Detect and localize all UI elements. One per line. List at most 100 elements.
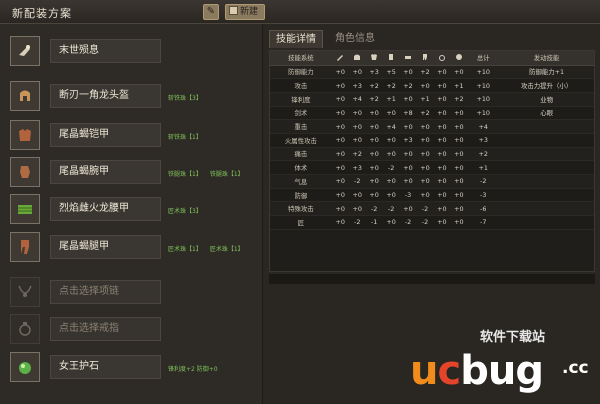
skill-total: +10 — [467, 78, 500, 93]
skill-value: +1 — [382, 92, 400, 107]
watermark-tagline: 软件下载站 — [480, 330, 546, 345]
new-plan-label: 新建 — [240, 7, 259, 17]
gem-label: 匠术珠【1】 — [168, 246, 202, 253]
slot-chest[interactable]: 尾晶蝎铠甲 斩铁珠【1】 — [10, 120, 260, 152]
skill-value: +0 — [433, 92, 451, 107]
slot-ring[interactable]: 点击选择戒指 — [10, 314, 260, 346]
skill-value: +0 — [348, 188, 366, 203]
skill-total: +4 — [467, 119, 500, 134]
slot-arms[interactable]: 尾晶蝎腕甲 铁腿珠【1】 铁腿珠【1】 — [10, 157, 260, 189]
table-row: 痛击 +0 +2 +0 +0 +0 +0 +0 +0 +2 — [270, 147, 594, 162]
slot-name: 点击选择项链 — [50, 280, 161, 304]
activated-skill — [499, 201, 594, 217]
skill-value: +0 — [331, 174, 349, 189]
skill-value: +0 — [331, 215, 349, 230]
gem-label: 斩铁珠【3】 — [168, 95, 202, 102]
activated-skill — [499, 188, 594, 203]
skill-total: +3 — [467, 133, 500, 148]
header-legs — [416, 51, 434, 66]
gem-label: 匠术珠【1】 — [209, 246, 244, 253]
table-row: 体术 +0 +3 +0 -2 +0 +0 +0 +0 +1 — [270, 160, 594, 175]
edit-button[interactable]: ✎ — [203, 4, 219, 20]
table-row: 重击 +0 +0 +0 +4 +0 +0 +0 +0 +4 — [270, 119, 594, 134]
skill-value: +0 — [365, 160, 383, 175]
slot-name: 尾晶蝎铠甲 — [50, 123, 161, 147]
skill-value: +0 — [399, 147, 417, 162]
slot-helm[interactable]: 断刃一角龙头盔 斩铁珠【3】 — [10, 81, 260, 113]
header-skill-system: 技能系统 — [270, 51, 332, 66]
skill-value: +0 — [365, 188, 383, 203]
skill-value: +0 — [450, 147, 468, 162]
slot-legs[interactable]: 尾晶蝎腿甲 匠术珠【1】 匠术珠【1】 — [10, 232, 260, 264]
slot-name: 烈焰雌火龙腰甲 — [50, 197, 161, 221]
activated-skill: 心眼 — [499, 106, 594, 121]
skill-value: +0 — [399, 160, 417, 175]
skill-value: -2 — [348, 215, 366, 230]
skill-value: +0 — [399, 92, 417, 107]
table-row: 防御能力 +0 +0 +3 +5 +0 +2 +0 +0 +10 防御能力+1 — [270, 65, 594, 80]
slot-weapon[interactable]: 末世殒息 — [10, 36, 260, 68]
table-row: 特殊攻击 +0 +0 -2 -2 +0 -2 +0 +0 -6 — [270, 201, 594, 217]
skill-value: +0 — [433, 215, 451, 230]
table-row: 匠 +0 -2 -1 +0 -2 -2 +0 +0 -7 — [270, 215, 594, 230]
skill-value: +0 — [433, 106, 451, 121]
skill-value: +0 — [416, 133, 434, 148]
skill-name: 体术 — [270, 160, 332, 175]
skill-value: +0 — [365, 119, 383, 134]
skill-value: +0 — [365, 174, 383, 189]
new-plan-button[interactable]: 新建 — [225, 4, 265, 20]
slot-waist[interactable]: 烈焰雌火龙腰甲 匠术珠【3】 — [10, 194, 260, 226]
table-row: 防御 +0 +0 +0 +0 -3 +0 +0 +0 -3 — [270, 188, 594, 203]
table-header-row: 技能系统 总计 发动技能 — [270, 51, 594, 66]
gem-label: 铁腿珠【1】 — [168, 171, 202, 178]
skill-value: -2 — [416, 201, 434, 217]
tab-skill-details[interactable]: 技能详情 — [269, 30, 323, 48]
skill-total: +2 — [467, 147, 500, 162]
skill-value: -2 — [382, 201, 400, 217]
slot-name: 断刃一角龙头盔 — [50, 84, 161, 108]
skill-value: -3 — [399, 188, 417, 203]
skill-name: 痛击 — [270, 147, 332, 162]
activated-skill — [499, 133, 594, 148]
skill-value: +0 — [382, 147, 400, 162]
tab-character-info[interactable]: 角色信息 — [327, 30, 383, 48]
skill-value: +0 — [433, 147, 451, 162]
skill-name: 匠 — [270, 215, 332, 230]
skill-value: +0 — [399, 174, 417, 189]
activated-skill: 防御能力+1 — [499, 65, 594, 80]
slot-charm[interactable]: 女王护石 锋利度+2 防御+0 — [10, 352, 260, 384]
skill-value: -1 — [365, 215, 383, 230]
skill-value: +0 — [331, 160, 349, 175]
skill-value: +0 — [450, 215, 468, 230]
skill-value: +4 — [348, 92, 366, 107]
slot-name: 女王护石 — [50, 355, 161, 379]
skill-value: +0 — [382, 188, 400, 203]
skill-value: +0 — [450, 106, 468, 121]
slot-necklace[interactable]: 点击选择项链 — [10, 277, 260, 309]
skill-value: +0 — [450, 188, 468, 203]
gem-list: 锋利度+2 防御+0 — [168, 364, 226, 373]
skill-value: +0 — [433, 65, 451, 80]
skill-value: +1 — [450, 78, 468, 93]
skill-value: +0 — [416, 188, 434, 203]
watermark-brand: ucbug — [410, 348, 544, 394]
header-weapon — [331, 51, 349, 66]
skill-value: +0 — [416, 160, 434, 175]
slot-name: 尾晶蝎腕甲 — [50, 160, 161, 184]
skill-table: 技能系统 总计 发动技能 防御能力 +0 +0 +3 +5 +0 +2 +0 +0 +10 防御能力… — [269, 50, 595, 272]
skill-value: +0 — [382, 133, 400, 148]
arms-column-icon — [389, 53, 394, 60]
skill-value: +4 — [382, 119, 400, 134]
gem-label: 斩铁珠【1】 — [168, 134, 202, 141]
skill-value: +0 — [348, 65, 366, 80]
activated-skill — [499, 119, 594, 134]
skill-value: -2 — [365, 201, 383, 217]
skill-value: +0 — [450, 119, 468, 134]
skill-total: +10 — [467, 92, 500, 107]
skill-value: +0 — [399, 65, 417, 80]
skill-value: +5 — [382, 65, 400, 80]
skill-value: +0 — [399, 201, 417, 217]
skill-value: +3 — [399, 133, 417, 148]
skill-value: +0 — [365, 133, 383, 148]
skill-value: -2 — [348, 174, 366, 189]
